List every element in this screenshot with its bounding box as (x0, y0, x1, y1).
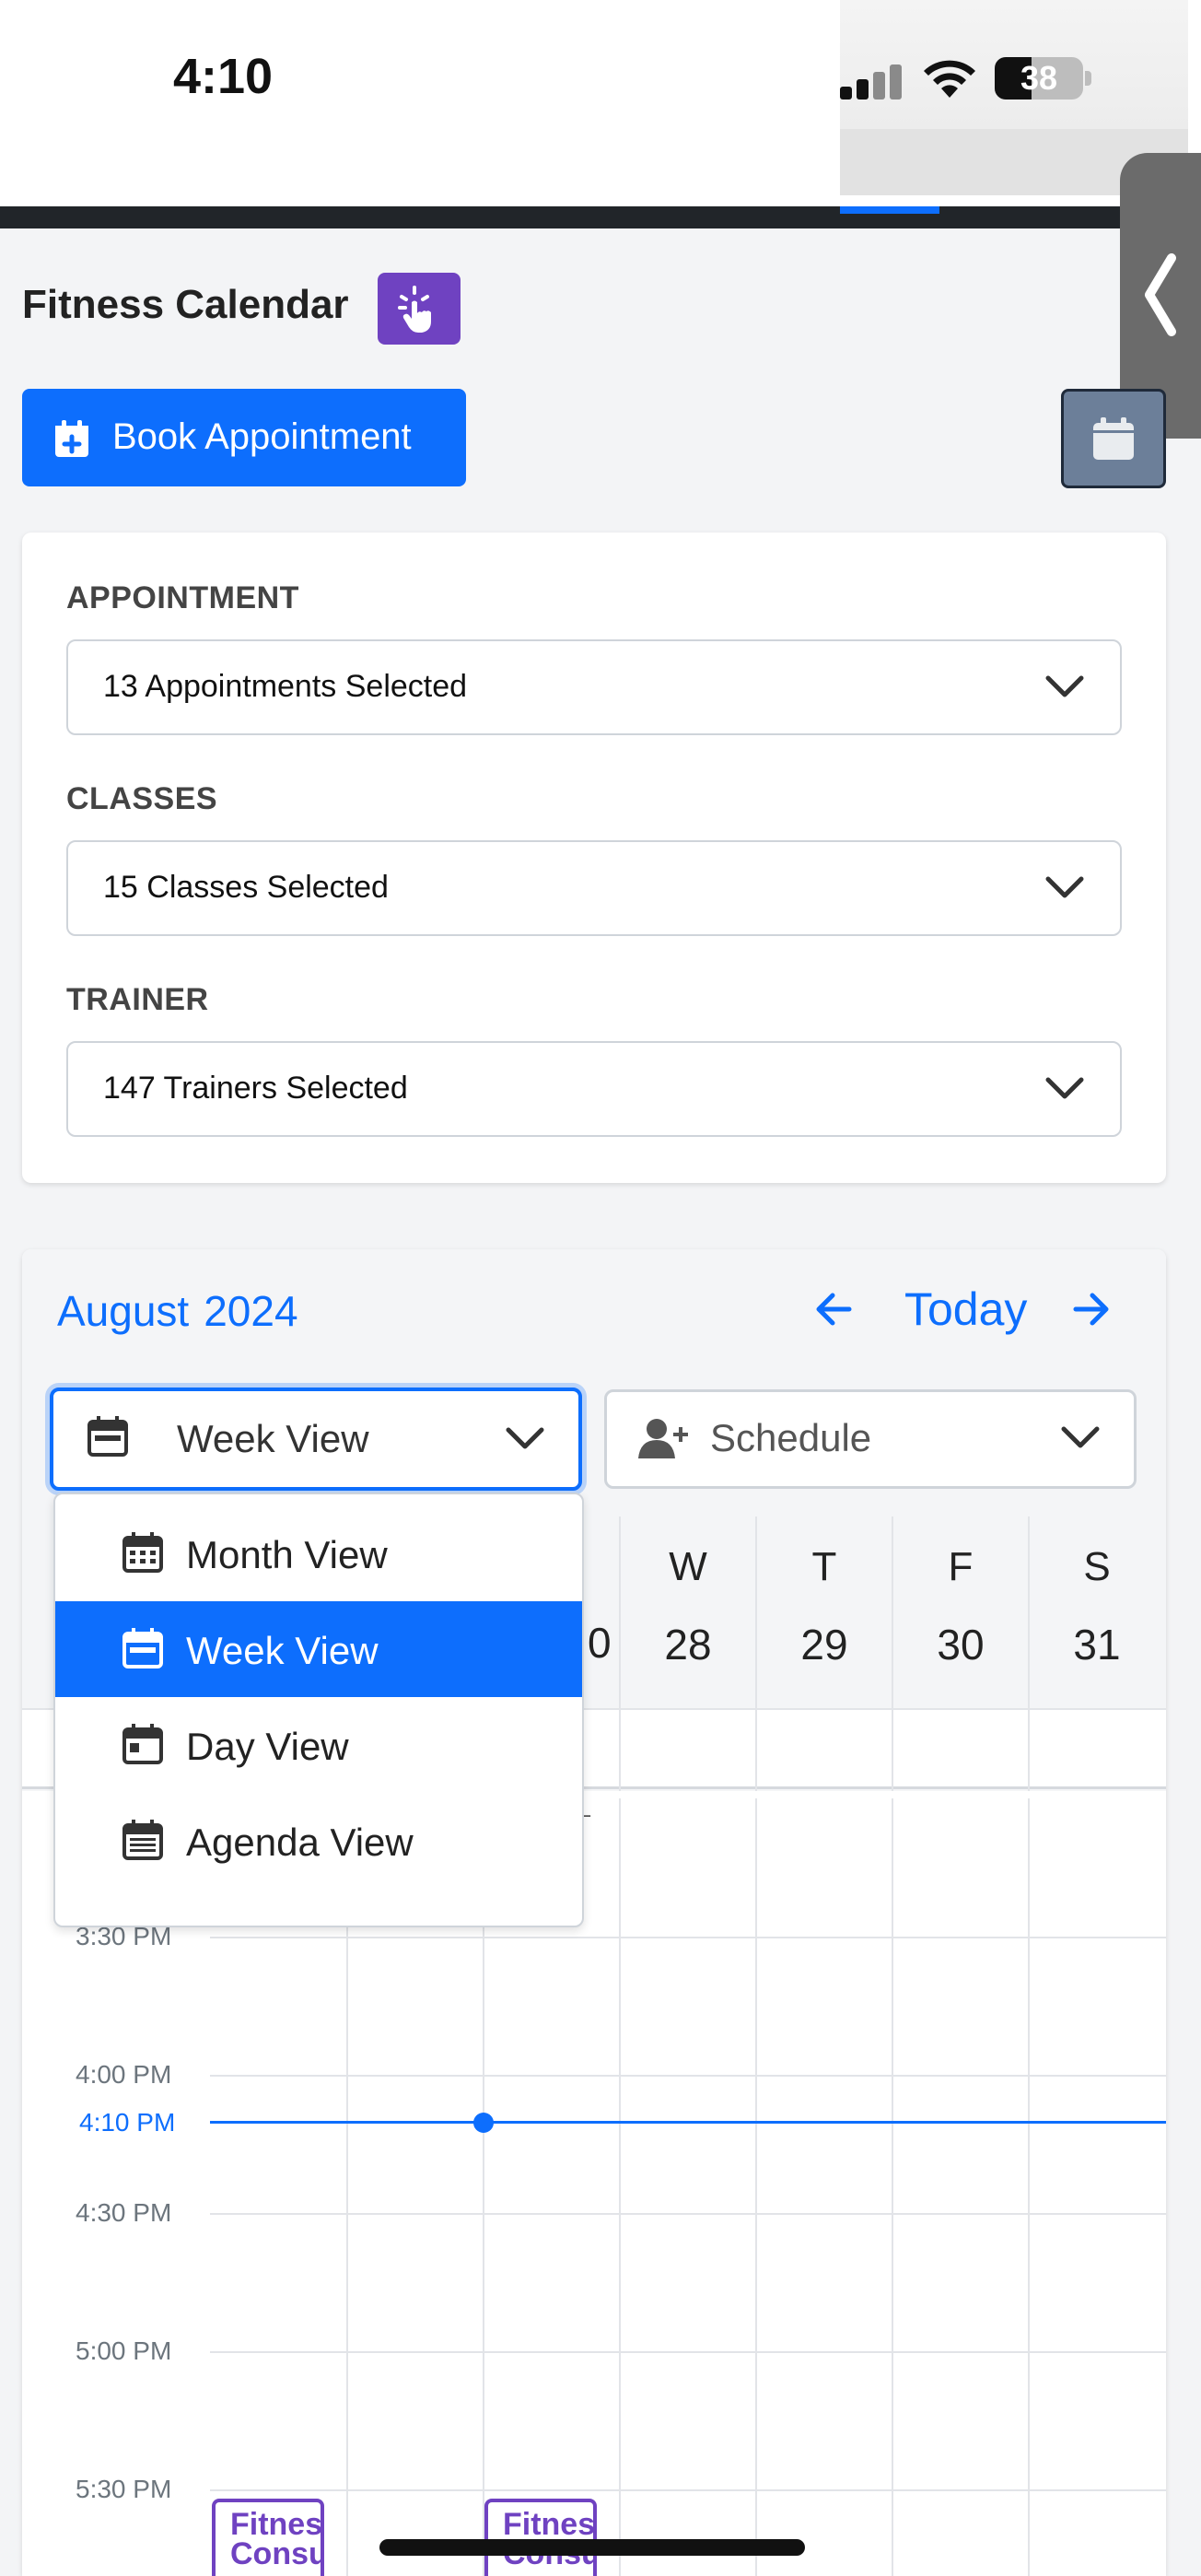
view-dropdown-menu: Month View Week View Day View Agenda Vie… (53, 1493, 584, 1927)
filter-panel: APPOINTMENT 13 Appointments Selected CLA… (22, 533, 1166, 1183)
calendar-icon (1093, 417, 1134, 460)
trainer-filter-value: 147 Trainers Selected (103, 1071, 408, 1106)
day-number: 28 (664, 1621, 712, 1669)
arrow-left-icon[interactable] (814, 1290, 853, 1329)
day-letter: F (948, 1544, 974, 1589)
menu-item-label: Week View (186, 1629, 379, 1672)
chevron-down-icon (1045, 1077, 1084, 1099)
tap-hand-icon (398, 286, 431, 333)
event-title-line: Consu (230, 2536, 324, 2571)
classes-filter-value: 15 Classes Selected (103, 870, 389, 905)
menu-item-label: Day View (186, 1725, 349, 1768)
tap-hint-badge[interactable] (378, 273, 461, 345)
book-appointment-button[interactable]: Book Appointment (22, 389, 466, 486)
trainer-filter-select[interactable]: 147 Trainers Selected (66, 1041, 1122, 1137)
calendar-month: August (57, 1287, 190, 1335)
current-time-dot (473, 2113, 494, 2133)
calendar-event[interactable]: FitnesConsu (212, 2499, 324, 2576)
wifi-icon (924, 60, 975, 98)
battery-icon: 38 (995, 57, 1083, 100)
day-header[interactable]: T 29 (755, 1516, 892, 1708)
appointment-filter-select[interactable]: 13 Appointments Selected (66, 639, 1122, 735)
cellular-signal-icon (840, 63, 904, 100)
time-slot-label: 5:00 PM (76, 2336, 172, 2365)
calendar-event[interactable]: FitnesConsu (484, 2499, 597, 2576)
home-indicator (379, 2539, 805, 2556)
menu-item-day-view[interactable]: Day View (55, 1697, 582, 1793)
top-navbar-edge (0, 206, 1188, 228)
calendar-week-icon (122, 1628, 163, 1669)
book-appointment-label: Book Appointment (112, 416, 412, 457)
time-slot-label: 5:30 PM (76, 2475, 172, 2503)
chevron-left-icon (1145, 253, 1176, 336)
chevron-down-icon (1045, 876, 1084, 898)
day-header[interactable]: W 28 (619, 1516, 755, 1708)
calendar-week-icon (87, 1416, 128, 1457)
time-slot-label: 4:30 PM (76, 2198, 172, 2227)
day-header-num-hidden: 0 (588, 1619, 612, 1667)
arrow-right-icon[interactable] (1072, 1290, 1111, 1329)
schedule-select-value: Schedule (710, 1416, 872, 1459)
day-number: 29 (800, 1621, 848, 1669)
day-letter: S (1083, 1544, 1111, 1589)
calendar-plus-icon (55, 420, 88, 457)
calendar-month-icon (122, 1532, 163, 1573)
calendar-agenda-icon (122, 1820, 163, 1860)
view-select-value: Week View (177, 1417, 369, 1460)
menu-item-agenda-view[interactable]: Agenda View (55, 1793, 582, 1889)
schedule-select[interactable]: Schedule (604, 1389, 1137, 1489)
view-select[interactable]: Week View (50, 1388, 582, 1491)
current-time-line (210, 2121, 1166, 2124)
day-number: 31 (1073, 1621, 1121, 1669)
calendar-day-icon (122, 1724, 163, 1764)
current-time-label: 4:10 PM (79, 2108, 176, 2137)
chevron-down-icon (1061, 1426, 1100, 1448)
status-time: 4:10 (173, 49, 274, 104)
day-letter: T (811, 1544, 837, 1589)
day-header[interactable]: F 30 (892, 1516, 1028, 1708)
page-title: Fitness Calendar (22, 282, 349, 327)
chevron-down-icon (506, 1427, 544, 1449)
day-header[interactable]: S 31 (1028, 1516, 1164, 1708)
battery-level: 38 (1020, 59, 1058, 97)
day-letter: W (669, 1544, 707, 1589)
today-button[interactable]: Today (904, 1282, 1027, 1336)
appointment-filter-label: APPOINTMENT (66, 580, 299, 615)
time-slot-label: 4:00 PM (76, 2060, 172, 2089)
menu-item-week-view[interactable]: Week View (55, 1601, 582, 1697)
classes-filter-label: CLASSES (66, 781, 218, 816)
calendar-year: 2024 (204, 1287, 298, 1335)
menu-item-month-view[interactable]: Month View (55, 1505, 582, 1601)
chevron-down-icon (1045, 675, 1084, 697)
calendar-toggle-button[interactable] (1061, 389, 1166, 488)
day-number: 30 (937, 1621, 985, 1669)
user-plus-icon (638, 1419, 688, 1458)
status-bar: 4:10 38 (0, 0, 1201, 210)
appointment-filter-value: 13 Appointments Selected (103, 669, 468, 704)
classes-filter-select[interactable]: 15 Classes Selected (66, 840, 1122, 936)
menu-item-label: Month View (186, 1533, 388, 1576)
menu-item-label: Agenda View (186, 1821, 414, 1864)
calendar-month-year: August 2024 (57, 1286, 298, 1336)
trainer-filter-label: TRAINER (66, 982, 209, 1017)
